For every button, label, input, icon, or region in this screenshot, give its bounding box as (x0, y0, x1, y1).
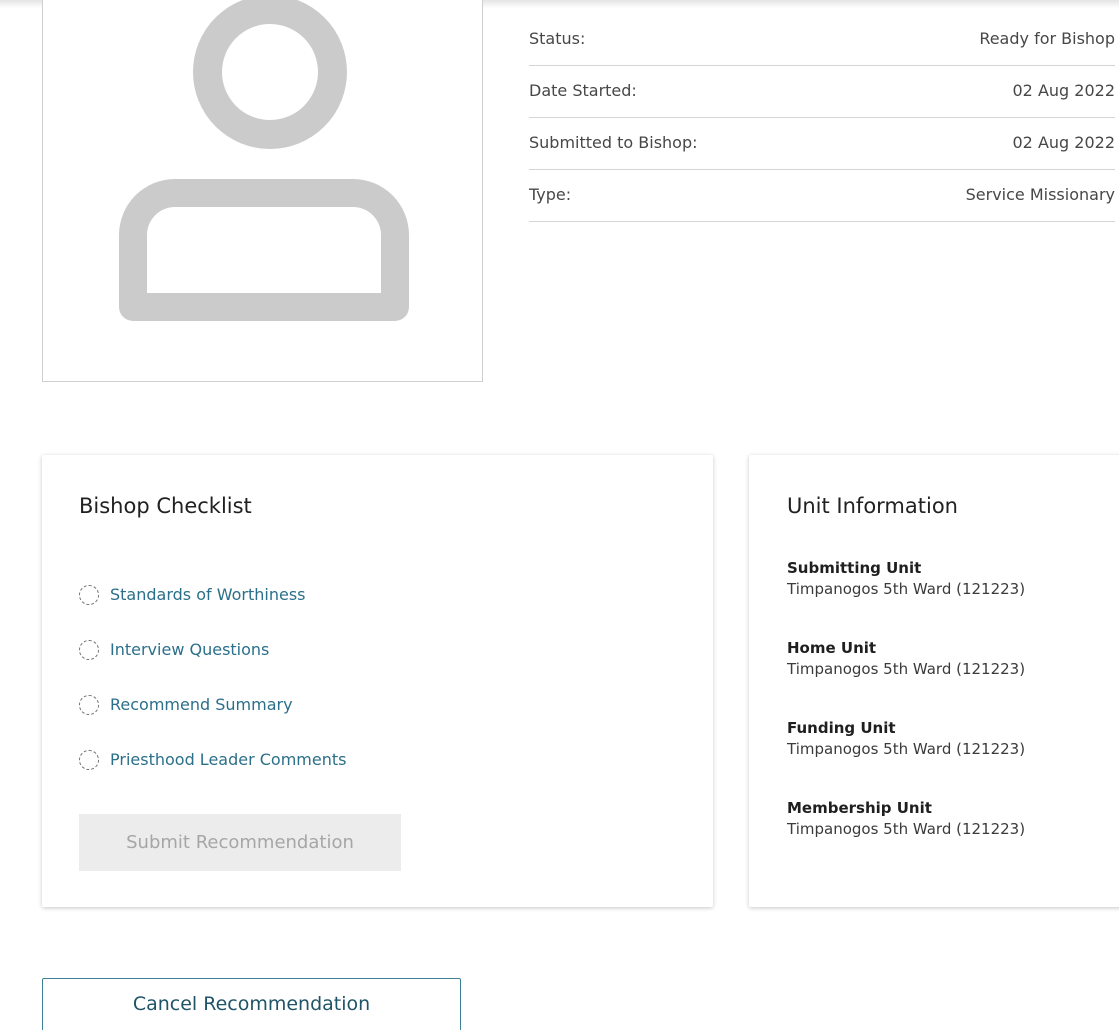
date-started-row: Date Started: 02 Aug 2022 (529, 66, 1115, 118)
profile-photo (42, 0, 483, 382)
membership-unit: Membership Unit Timpanogos 5th Ward (121… (787, 798, 1025, 878)
submitting-unit: Submitting Unit Timpanogos 5th Ward (121… (787, 558, 1025, 638)
checklist-item-label[interactable]: Standards of Worthiness (110, 585, 305, 604)
status-row: Status: Ready for Bishop (529, 14, 1115, 66)
unit-list: Submitting Unit Timpanogos 5th Ward (121… (787, 558, 1025, 878)
checklist-item-summary[interactable]: Recommend Summary (79, 677, 346, 732)
checklist: Standards of Worthiness Interview Questi… (79, 567, 346, 787)
status-label: Status: (529, 29, 586, 48)
type-label: Type: (529, 185, 572, 204)
unit-label: Submitting Unit (787, 559, 922, 577)
dashed-circle-icon (79, 639, 99, 660)
unit-information-card: Unit Information Submitting Unit Timpano… (749, 455, 1119, 907)
checklist-title: Bishop Checklist (79, 494, 252, 518)
dashed-circle-icon (79, 694, 99, 715)
unit-label: Membership Unit (787, 799, 932, 817)
user-placeholder-body (119, 179, 409, 321)
checklist-item-label[interactable]: Priesthood Leader Comments (110, 750, 346, 769)
submitted-label: Submitted to Bishop: (529, 133, 698, 152)
bishop-checklist-card: Bishop Checklist Standards of Worthiness… (42, 455, 713, 907)
funding-unit: Funding Unit Timpanogos 5th Ward (121223… (787, 718, 1025, 798)
checklist-item-interview[interactable]: Interview Questions (79, 622, 346, 677)
submitted-value: 02 Aug 2022 (1012, 133, 1116, 152)
date-started-label: Date Started: (529, 81, 637, 100)
unit-value: Timpanogos 5th Ward (121223) (787, 740, 1026, 758)
unit-label: Funding Unit (787, 719, 896, 737)
unit-info-title: Unit Information (787, 494, 958, 518)
type-value: Service Missionary (965, 185, 1115, 204)
checklist-item-label[interactable]: Interview Questions (110, 640, 269, 659)
dashed-circle-icon (79, 584, 99, 605)
checklist-item-comments[interactable]: Priesthood Leader Comments (79, 732, 346, 787)
unit-value: Timpanogos 5th Ward (121223) (787, 660, 1026, 678)
recommendation-details: Status: Ready for Bishop Date Started: 0… (529, 14, 1115, 222)
unit-value: Timpanogos 5th Ward (121223) (787, 580, 1026, 598)
type-row: Type: Service Missionary (529, 170, 1115, 222)
checklist-item-standards[interactable]: Standards of Worthiness (79, 567, 346, 622)
submit-recommendation-button[interactable]: Submit Recommendation (79, 814, 401, 871)
date-started-value: 02 Aug 2022 (1012, 81, 1116, 100)
unit-value: Timpanogos 5th Ward (121223) (787, 820, 1026, 838)
dashed-circle-icon (79, 749, 99, 770)
submitted-row: Submitted to Bishop: 02 Aug 2022 (529, 118, 1115, 170)
home-unit: Home Unit Timpanogos 5th Ward (121223) (787, 638, 1025, 718)
unit-label: Home Unit (787, 639, 877, 657)
user-placeholder-icon (193, 0, 347, 149)
cancel-recommendation-button[interactable]: Cancel Recommendation (42, 978, 461, 1030)
status-value: Ready for Bishop (979, 29, 1115, 48)
checklist-item-label[interactable]: Recommend Summary (110, 695, 293, 714)
